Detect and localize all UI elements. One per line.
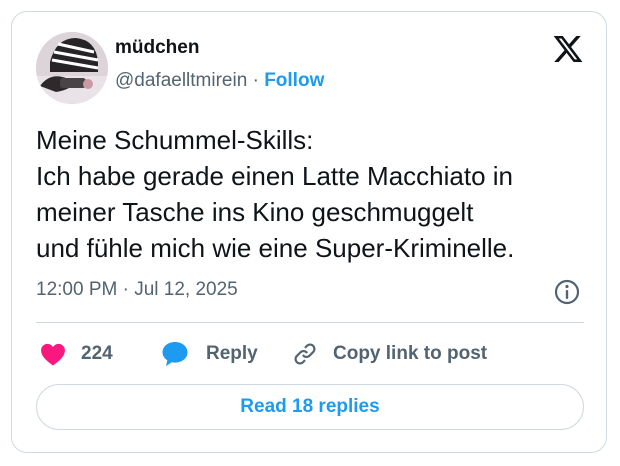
tweet-line: Ich habe gerade einen Latte Macchiato in — [36, 161, 514, 191]
copy-link-label: Copy link to post — [333, 343, 488, 364]
user-handle[interactable]: @dafaelltmirein — [115, 70, 247, 91]
like-button[interactable]: 224 — [40, 339, 113, 369]
tweet-timestamp[interactable]: 12:00 PM · Jul 12, 2025 — [36, 279, 238, 301]
display-name[interactable]: müdchen — [115, 37, 199, 59]
info-icon[interactable] — [553, 278, 581, 306]
read-replies-button[interactable]: Read 18 replies — [36, 384, 584, 430]
link-icon — [294, 343, 316, 365]
tweet-card: müdchen @dafaelltmirein · Follow Meine S… — [11, 11, 607, 453]
reply-label: Reply — [206, 343, 258, 364]
avatar-image — [36, 32, 108, 104]
tweet-line: und fühle mich wie eine Super-Kriminelle… — [36, 233, 515, 263]
speech-bubble-icon — [162, 342, 188, 366]
follow-button[interactable]: Follow — [264, 70, 324, 91]
divider — [36, 322, 584, 323]
tweet-line: meiner Tasche ins Kino geschmuggelt — [36, 197, 474, 227]
copy-link-button[interactable]: Copy link to post — [292, 339, 487, 369]
avatar[interactable] — [36, 32, 108, 104]
reply-button[interactable]: Reply — [161, 339, 258, 369]
heart-icon — [41, 343, 65, 366]
like-count: 224 — [81, 343, 113, 364]
handle-separator: · — [252, 70, 259, 91]
tweet-text: Meine Schummel-Skills: Ich habe gerade e… — [36, 122, 596, 266]
tweet-line: Meine Schummel-Skills: — [36, 125, 314, 155]
x-logo-icon[interactable] — [552, 33, 584, 65]
handle-row: @dafaelltmirein · Follow — [115, 70, 324, 92]
